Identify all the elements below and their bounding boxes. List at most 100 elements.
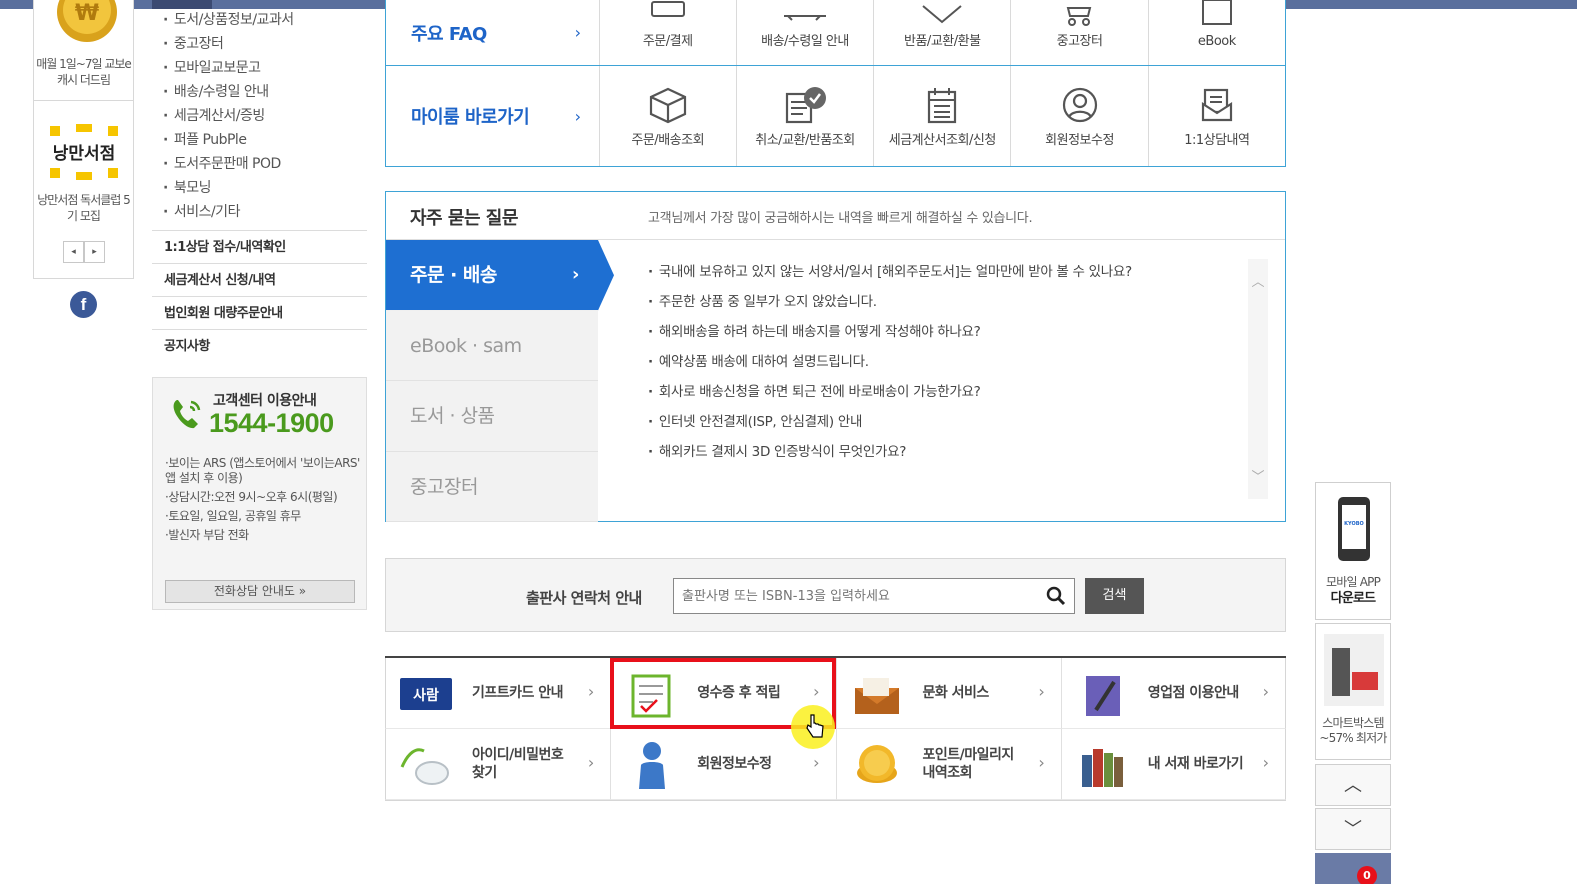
smartbox-promo[interactable]: 스마트박스템 ~57% 최저가 [1315, 623, 1391, 760]
subnav-item[interactable]: 서비스/기타 [152, 200, 367, 224]
scroll-bottom-button[interactable]: ﹀ [1315, 808, 1391, 850]
facebook-icon[interactable]: f [70, 291, 97, 318]
faq-question-link[interactable]: 해외카드 결제시 3D 인증방식이 무엇인가요? [648, 442, 1248, 472]
faq-title: 자주 묻는 질문 [410, 208, 518, 229]
tab-used-market[interactable]: 중고장터 [386, 451, 598, 522]
publisher-label: 출판사 연락처 안내 [526, 589, 642, 607]
menu-item-1on1[interactable]: 1:1상담 접수/내역확인 [152, 230, 367, 263]
menu-item-tax-invoice[interactable]: 세금계산서 신청/내역 [152, 263, 367, 296]
subnav-item[interactable]: 도서/상품정보/교과서 [152, 8, 367, 32]
myroom-order-tracking[interactable]: 주문/배송조회 [598, 66, 736, 166]
menu-item-notice[interactable]: 공지사항 [152, 329, 367, 362]
service-label: 기프트카드 안내 [472, 685, 564, 701]
subnav-item[interactable]: 모바일교보문고 [152, 56, 367, 80]
myroom-title: 마이룸 바로가기 [411, 107, 530, 128]
nangman-bookstore-logo[interactable]: 낭만서점 [48, 124, 120, 180]
faq-tabs: 주문 · 배송 › eBook · sam 도서 · 상품 중고장터 [386, 240, 614, 522]
faq-question-link[interactable]: 예약상품 배송에 대하여 설명드립니다. [648, 352, 1248, 382]
tab-ebook-sam[interactable]: eBook · sam [386, 310, 598, 381]
chevron-right-icon: › [813, 753, 820, 772]
app-download-label: 다운로드 [1330, 591, 1376, 606]
service-my-library[interactable]: 내 서재 바로가기 › [1060, 729, 1286, 800]
subnav-item[interactable]: 배송/수령일 안내 [152, 80, 367, 104]
publisher-search-input[interactable] [673, 578, 1075, 614]
ebook-icon [1201, 0, 1232, 25]
shortcut-box: 주요 FAQ › 주문/결제 배송/수령일 안내 반품/교환/환불 중고장터 e… [385, 0, 1286, 167]
service-label: 회원정보수정 [697, 756, 772, 772]
phone-guide-button[interactable]: 전화상담 안내도 » [165, 580, 355, 603]
myroom-item-label: 1:1상담내역 [1184, 133, 1250, 148]
faq-scrollbar[interactable]: ︿ ﹀ [1248, 259, 1268, 499]
faq-question-link[interactable]: 주문한 상품 중 일부가 오지 않았습니다. [648, 292, 1248, 322]
faq-item-label: eBook [1197, 34, 1236, 49]
cart-button[interactable] [1315, 853, 1391, 884]
tab-order-delivery[interactable]: 주문 · 배송 › [386, 240, 614, 311]
service-label: 내 서재 바로가기 [1147, 756, 1244, 772]
faq-order-payment[interactable]: 주문/결제 [598, 0, 736, 65]
scroll-top-button[interactable]: ︿ [1315, 764, 1391, 806]
pager-prev-button[interactable]: ◂ [63, 241, 84, 263]
faq-ebook[interactable]: eBook [1147, 0, 1285, 65]
service-find-id-password[interactable]: 아이디/비밀번호 찾기 › [385, 729, 611, 800]
faq-question-link[interactable]: 해외배송을 하려 하는데 배송지를 어떻게 작성해야 하나요? [648, 322, 1248, 352]
ecash-banner-text[interactable]: 매월 1일~7일 교보e캐시 더드림 [34, 56, 133, 88]
subnav-item[interactable]: 북모닝 [152, 176, 367, 200]
phone-icon [173, 400, 201, 429]
pager-next-button[interactable]: ▸ [84, 241, 105, 263]
mobile-app-download[interactable]: KYOBO 모바일 APP 다운로드 [1315, 482, 1391, 620]
scroll-up-icon[interactable]: ︿ [1248, 271, 1268, 290]
mouse-icon [400, 748, 449, 785]
faq-used-market[interactable]: 중고장터 [1010, 0, 1147, 65]
myroom-heading[interactable]: 마이룸 바로가기 › [386, 66, 599, 166]
chevron-right-icon: › [1038, 753, 1045, 772]
subnav-item[interactable]: 퍼플 PubPle [152, 128, 367, 152]
chevron-right-icon: › [587, 753, 595, 772]
chevron-right-icon: › [1262, 682, 1269, 701]
faq-item-label: 반품/교환/환불 [904, 34, 981, 49]
subnav-item[interactable]: 도서주문판매 POD [152, 152, 367, 176]
menu-item-corporate-order[interactable]: 법인회원 대량주문안내 [152, 296, 367, 329]
myroom-1on1-history[interactable]: 1:1상담내역 [1147, 66, 1285, 166]
faq-question-link[interactable]: 인터넷 안전결제(ISP, 안심결제) 안내 [648, 412, 1248, 442]
gift-card-icon: 사람 [400, 678, 452, 710]
services-grid: 사람 기프트카드 안내 › 영수증 후 적립 › 문화 서비스 › 영업점 이용… [385, 656, 1286, 801]
service-gift-card[interactable]: 사람 기프트카드 안내 › [385, 658, 611, 729]
service-store-guide[interactable]: 영업점 이용안내 › [1060, 658, 1286, 729]
callcenter-notes: ·보이는 ARS (앱스토어에서 '보이는ARS' 앱 설치 후 이용) ·상담… [165, 456, 365, 547]
faq-return-refund[interactable]: 반품/교환/환불 [873, 0, 1010, 65]
main-faq-heading[interactable]: 주요 FAQ › [386, 0, 599, 65]
callcenter-number: 1544-1900 [209, 408, 334, 438]
gift-card-logo-text: 사람 [413, 688, 439, 704]
coin-stack-icon [856, 745, 897, 783]
cart-icon [1066, 7, 1091, 26]
coin-icon[interactable]: ₩ [49, 0, 119, 45]
chevron-right-icon: › [572, 264, 579, 285]
publisher-contact-box: 출판사 연락처 안내 검색 [385, 558, 1286, 632]
subnav-item[interactable]: 세금계산서/증빙 [152, 104, 367, 128]
service-culture[interactable]: 문화 서비스 › [835, 658, 1061, 729]
book-pen-icon [1085, 676, 1120, 716]
subnav-item[interactable]: 중고장터 [152, 32, 367, 56]
tab-books-products[interactable]: 도서 · 상품 [386, 381, 598, 452]
faq-question-link[interactable]: 회사로 배송신청을 하면 퇴근 전에 바로배송이 가능한가요? [648, 382, 1248, 412]
service-label: 문화 서비스 [922, 685, 990, 701]
faq-delivery[interactable]: 배송/수령일 안내 [735, 0, 873, 65]
myroom-member-info[interactable]: 회원정보수정 [1010, 66, 1147, 166]
myroom-cancel-return[interactable]: 취소/교환/반품조회 [735, 66, 873, 166]
search-icon[interactable] [1046, 586, 1066, 606]
myroom-item-label: 회원정보수정 [1045, 133, 1114, 148]
cart-count-badge: 0 [1357, 866, 1377, 884]
myroom-tax-invoice[interactable]: 세금계산서조회/신청 [873, 66, 1010, 166]
banner-divider [34, 100, 133, 101]
callcenter-title: 고객센터 이용안내 [213, 393, 317, 409]
publisher-search-button[interactable]: 검색 [1085, 578, 1144, 614]
faq-question-link[interactable]: 국내에 보유하고 있지 않는 서양서/일서 [해외주문도서]는 얼마만에 받아 … [648, 262, 1248, 292]
scroll-down-icon[interactable]: ﹀ [1248, 466, 1268, 485]
service-points-mileage[interactable]: 포인트/마일리지 내역조회 › [835, 729, 1061, 800]
user-circle-icon [1062, 87, 1097, 123]
calendar-icon [928, 88, 957, 124]
chevron-right-icon: › [813, 682, 820, 701]
reading-club-banner-text[interactable]: 낭만서점 독서클럽 5기 모집 [34, 192, 133, 224]
service-label: 포인트/마일리지 내역조회 [922, 747, 1015, 781]
service-label: 영수증 후 적립 [697, 685, 781, 701]
